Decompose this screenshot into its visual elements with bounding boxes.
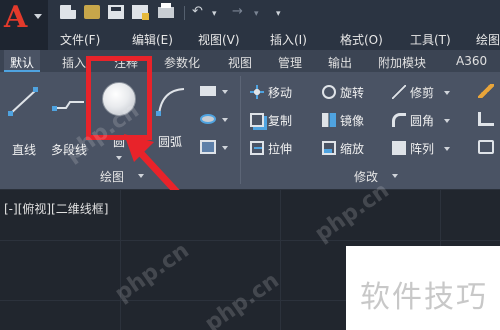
hatch-icon[interactable] <box>200 140 216 154</box>
trim-button[interactable]: 修剪 <box>392 85 435 100</box>
stretch-label: 拉伸 <box>268 142 293 156</box>
modify-row-3b: 缩放 <box>322 140 364 157</box>
tab-manage[interactable]: 管理 <box>278 54 302 71</box>
array-label: 阵列 <box>410 142 435 156</box>
modify-row-2b: 镜像 <box>322 112 364 129</box>
chevron-down-icon[interactable] <box>443 147 450 151</box>
chevron-down-icon[interactable] <box>222 118 228 122</box>
tab-a360[interactable]: A360 <box>456 54 487 68</box>
scale-label: 缩放 <box>340 142 365 156</box>
open-folder-icon[interactable] <box>84 5 100 19</box>
menu-format[interactable]: 格式(O) <box>340 31 383 48</box>
ribbon-tab-bar: 默认 插入 注释 参数化 视图 管理 输出 附加模块 A360 <box>0 50 500 72</box>
array-icon <box>392 141 406 155</box>
rectangle-icon[interactable] <box>200 86 216 96</box>
chevron-down-icon <box>34 14 42 19</box>
stretch-button[interactable]: 拉伸 <box>250 141 293 156</box>
customize-toolbar-icon[interactable]: ▾ <box>276 5 281 23</box>
menu-insert[interactable]: 插入(I) <box>270 31 307 48</box>
modify-row-1b: 旋转 <box>322 84 364 101</box>
chevron-down-icon[interactable] <box>222 146 228 150</box>
fillet-button[interactable]: 圆角 <box>392 113 435 128</box>
tab-parametric[interactable]: 参数化 <box>164 54 200 71</box>
move-icon <box>250 85 264 99</box>
copy-icon <box>250 113 264 127</box>
scale-button[interactable]: 缩放 <box>322 141 365 156</box>
tab-view[interactable]: 视图 <box>228 54 252 71</box>
mirror-icon <box>322 113 336 127</box>
print-icon[interactable] <box>158 3 174 18</box>
undo-dropdown-icon[interactable]: ▾ <box>212 5 217 23</box>
menu-bar: 文件(F) 编辑(E) 视图(V) 插入(I) 格式(O) 工具(T) 绘图 <box>48 26 500 50</box>
tab-default[interactable]: 默认 <box>4 50 41 72</box>
viewport-controls[interactable]: [-][俯视][二维线框] <box>4 200 108 217</box>
grid-line <box>280 190 281 330</box>
toolbar-divider <box>184 6 185 20</box>
rotate-button[interactable]: 旋转 <box>322 85 365 100</box>
menu-view[interactable]: 视图(V) <box>198 31 240 48</box>
fillet-label: 圆角 <box>410 114 435 128</box>
chevron-down-icon[interactable] <box>443 91 450 95</box>
modify-row-3: 拉伸 <box>250 140 292 157</box>
new-file-icon[interactable] <box>60 5 76 19</box>
menu-edit[interactable]: 编辑(E) <box>132 31 173 48</box>
line-tool-button[interactable]: 直线 <box>2 76 46 158</box>
line-tool-label: 直线 <box>11 143 36 157</box>
save-icon[interactable] <box>108 5 124 19</box>
chevron-down-icon[interactable] <box>392 174 398 178</box>
extend-icon[interactable] <box>478 112 494 126</box>
trim-label: 修剪 <box>410 86 435 100</box>
modify-row-2: 复制 <box>250 112 292 129</box>
move-label: 移动 <box>268 86 293 100</box>
redo-icon[interactable]: → <box>232 3 243 21</box>
copy-label: 复制 <box>268 114 293 128</box>
copy-button[interactable]: 复制 <box>250 113 293 128</box>
grid-line <box>120 190 121 330</box>
grid-line <box>0 240 500 241</box>
modify-row-3c: 阵列 <box>392 140 450 157</box>
undo-icon[interactable]: ↶ <box>192 3 203 21</box>
chevron-down-icon[interactable] <box>443 119 450 123</box>
arc-icon <box>156 88 185 116</box>
mirror-button[interactable]: 镜像 <box>322 113 365 128</box>
array-button[interactable]: 阵列 <box>392 141 435 156</box>
menu-draw[interactable]: 绘图 <box>476 31 500 48</box>
move-button[interactable]: 移动 <box>250 85 293 100</box>
tab-insert[interactable]: 插入 <box>62 54 86 71</box>
stretch-icon <box>250 141 264 155</box>
fillet-icon <box>392 113 406 127</box>
rotate-label: 旋转 <box>340 86 365 100</box>
modify-row-1: 移动 <box>250 84 292 101</box>
menu-file[interactable]: 文件(F) <box>60 31 100 48</box>
title-bar: ↶ ▾ → ▾ ▾ <box>0 0 500 26</box>
watermark-badge: 软件技巧 <box>346 246 500 330</box>
application-menu-button[interactable]: A <box>0 0 48 50</box>
pencil-icon[interactable] <box>478 84 494 98</box>
trim-icon <box>392 85 406 99</box>
tab-addins[interactable]: 附加模块 <box>378 54 426 71</box>
redo-dropdown-icon[interactable]: ▾ <box>254 5 259 23</box>
mirror-label: 镜像 <box>340 114 365 128</box>
scale-icon <box>322 141 336 155</box>
rotate-icon <box>322 85 336 99</box>
panel-divider <box>240 76 241 184</box>
menu-tools[interactable]: 工具(T) <box>410 31 451 48</box>
autocad-logo-icon: A <box>4 0 28 35</box>
line-icon <box>8 87 38 116</box>
polyline-icon <box>52 101 84 111</box>
modify-row-1c: 修剪 <box>392 84 450 101</box>
chevron-down-icon[interactable] <box>222 90 228 94</box>
erase-icon[interactable] <box>478 140 494 154</box>
ellipse-icon[interactable] <box>200 114 216 124</box>
save-as-icon[interactable] <box>132 5 149 20</box>
ribbon-panel: 直线 多段线 圆 圆弧 移动 旋转 修剪 复制 镜像 圆角 拉伸 缩放 阵列 绘… <box>0 72 500 190</box>
watermark-badge-text: 软件技巧 <box>360 280 488 315</box>
modify-row-2c: 圆角 <box>392 112 450 129</box>
tab-output[interactable]: 输出 <box>328 54 352 71</box>
